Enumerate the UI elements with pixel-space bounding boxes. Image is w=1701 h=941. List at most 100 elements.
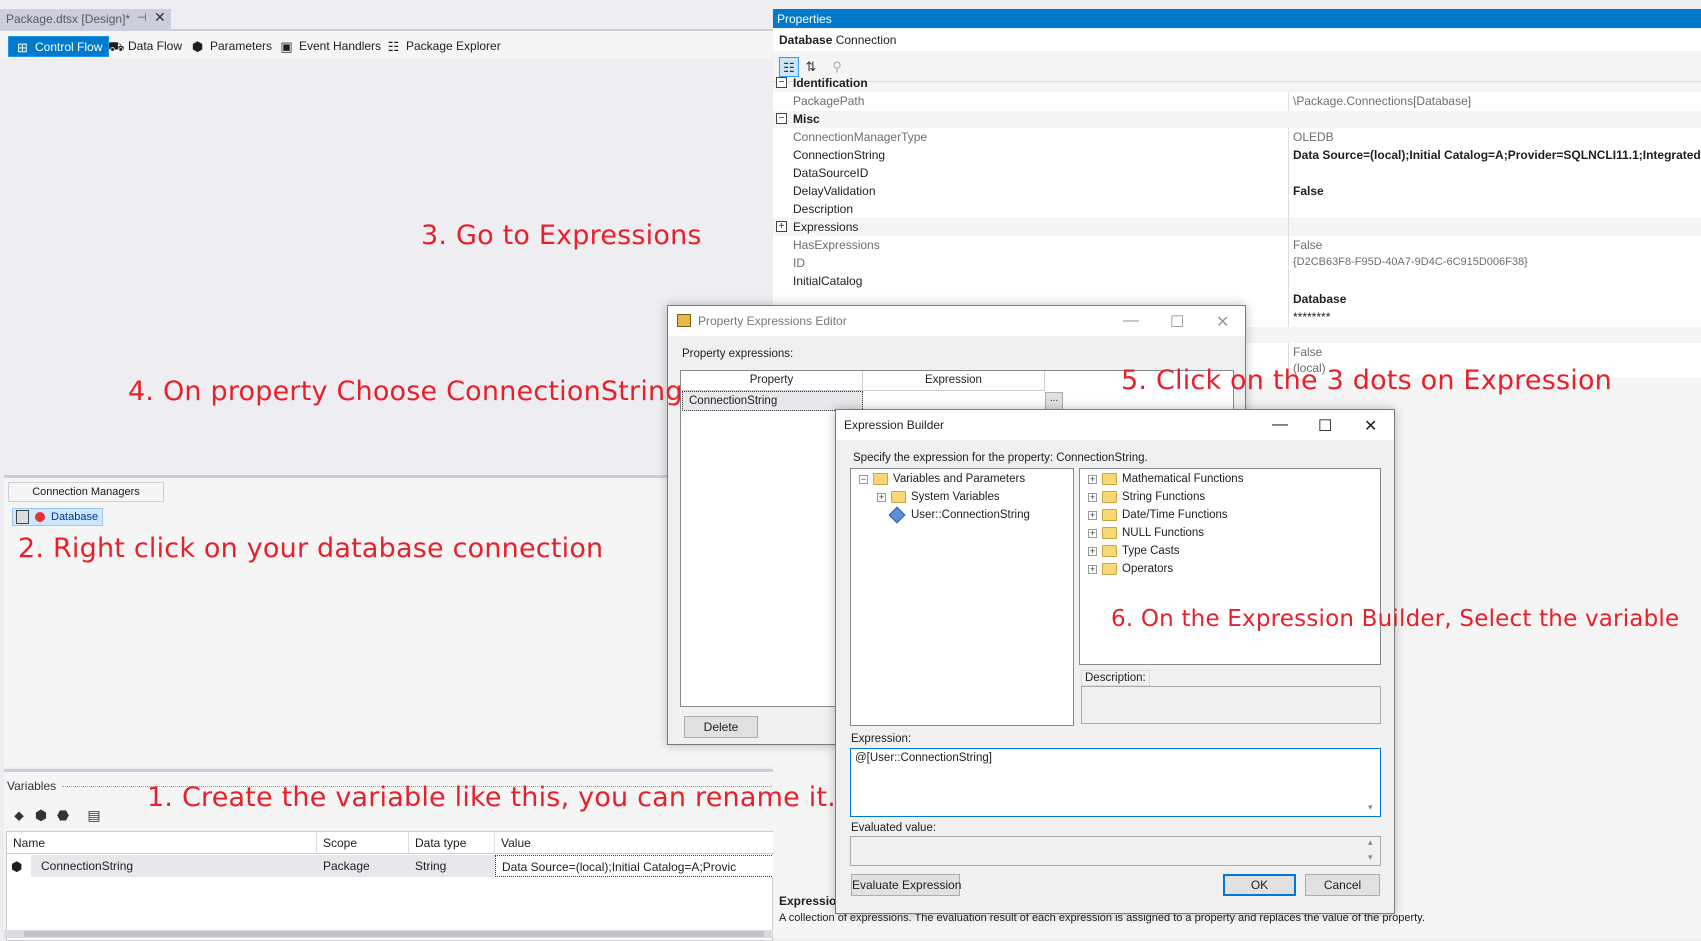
prop-has-expressions[interactable]: HasExpressions False: [773, 236, 1701, 255]
expand-icon[interactable]: +: [1088, 493, 1097, 502]
scrollbar-thumb[interactable]: [24, 931, 764, 937]
divider: [1288, 254, 1289, 273]
column-header-expression[interactable]: Expression: [863, 371, 1045, 391]
prop-value: \Package.Connections[Database]: [1293, 94, 1472, 108]
properties-title: Properties: [773, 9, 1701, 28]
prop-name: DataSourceID: [793, 166, 869, 180]
horizontal-scrollbar[interactable]: [4, 930, 773, 938]
annotation-step4: 4. On property Choose ConnectionString: [128, 376, 683, 407]
object-selector[interactable]: Database Connection: [773, 29, 1701, 51]
close-icon[interactable]: ✕: [1216, 312, 1229, 332]
prop-id[interactable]: ID {D2CB63F8-F95D-40A7-9D4C-6C915D006F38…: [773, 254, 1701, 273]
delete-button[interactable]: Delete: [684, 716, 758, 738]
expand-icon[interactable]: +: [877, 493, 886, 502]
prop-expressions[interactable]: + Expressions: [773, 218, 1701, 237]
tree-node-label: Variables and Parameters: [893, 473, 1026, 485]
expand-icon[interactable]: +: [1088, 529, 1097, 538]
prop-data-source-id[interactable]: DataSourceID: [773, 164, 1701, 183]
prop-value: Database: [1293, 292, 1347, 306]
connection-manager-database[interactable]: Database: [12, 508, 104, 526]
annotation-step3: 3. Go to Expressions: [421, 220, 702, 251]
ellipsis-button[interactable]: ...: [1045, 392, 1063, 410]
variable-name-cell[interactable]: ConnectionString: [31, 855, 317, 877]
tab-package-explorer[interactable]: ☷ Package Explorer: [380, 36, 507, 57]
prop-description[interactable]: Description: [773, 200, 1701, 219]
add-variable-icon[interactable]: ⬥: [10, 806, 28, 824]
expression-cell[interactable]: [863, 391, 1045, 411]
expand-icon[interactable]: +: [1088, 475, 1097, 484]
property-cell[interactable]: ConnectionString: [682, 391, 863, 411]
control-flow-surface[interactable]: [0, 59, 773, 473]
minimize-icon[interactable]: —: [1272, 416, 1288, 434]
column-header-scope[interactable]: Scope: [317, 832, 409, 854]
variables-grid: Name Scope Data type Value ⬢ ConnectionS…: [6, 831, 774, 941]
variable-scope-cell[interactable]: Package: [317, 855, 409, 877]
column-header-property[interactable]: Property: [681, 371, 863, 391]
functions-tree[interactable]: + Mathematical Functions + String Functi…: [1079, 468, 1381, 665]
divider: [1288, 164, 1289, 183]
column-header-value[interactable]: Value: [495, 832, 774, 854]
parameters-icon: ⬢: [191, 39, 204, 54]
prop-name: DelayValidation: [793, 184, 876, 198]
divider: [1288, 236, 1289, 255]
folder-icon: [891, 491, 906, 503]
column-header-data-type[interactable]: Data type: [409, 832, 495, 854]
minimize-icon[interactable]: —: [1123, 312, 1139, 330]
tab-parameters[interactable]: ⬢ Parameters: [184, 36, 278, 57]
close-icon[interactable]: ✕: [1364, 416, 1377, 436]
collapse-icon[interactable]: −: [776, 77, 787, 88]
connection-managers-tab[interactable]: Connection Managers: [8, 482, 164, 502]
move-variable-icon[interactable]: ⬢: [32, 806, 50, 824]
instruction-label: Specify the expression for the property:…: [853, 452, 1148, 464]
prop-initial-catalog[interactable]: InitialCatalog: [773, 272, 1701, 291]
annotation-step2: 2. Right click on your database connecti…: [18, 533, 604, 564]
evaluate-expression-button[interactable]: Evaluate Expression: [851, 874, 961, 896]
expand-icon[interactable]: +: [776, 221, 787, 232]
scroll-up-icon[interactable]: ▴: [1368, 837, 1373, 848]
category-identification[interactable]: − Identification: [773, 74, 1701, 93]
column-header-name[interactable]: Name: [7, 832, 317, 854]
grid-options-icon[interactable]: ▤: [85, 806, 103, 824]
prop-value: ********: [1293, 310, 1331, 324]
package-explorer-icon: ☷: [387, 39, 400, 54]
database-connection-icon: [16, 510, 29, 524]
ok-button[interactable]: OK: [1223, 874, 1296, 896]
pin-icon[interactable]: ⊣: [137, 11, 147, 24]
expand-icon[interactable]: +: [1088, 547, 1097, 556]
collapse-icon[interactable]: −: [859, 475, 868, 484]
tree-node-label: Mathematical Functions: [1122, 473, 1244, 485]
cancel-button[interactable]: Cancel: [1305, 874, 1380, 896]
collapse-icon[interactable]: −: [776, 113, 787, 124]
evaluated-value-label: Evaluated value:: [851, 822, 937, 834]
data-flow-icon: ⛟: [108, 39, 125, 54]
prop-delay-validation[interactable]: DelayValidation False: [773, 182, 1701, 201]
delete-variable-icon[interactable]: ⬣: [54, 806, 72, 824]
prop-package-path[interactable]: PackagePath \Package.Connections[Databas…: [773, 92, 1701, 111]
maximize-icon[interactable]: ☐: [1318, 416, 1332, 436]
tab-event-handlers[interactable]: ▣ Event Handlers: [273, 36, 387, 57]
scroll-down-icon[interactable]: ▾: [1368, 802, 1373, 813]
connection-manager-label: Database: [51, 511, 99, 523]
tree-node-label: Date/Time Functions: [1122, 509, 1228, 521]
maximize-icon[interactable]: ☐: [1170, 312, 1184, 332]
variable-value-cell[interactable]: Data Source=(local);Initial Catalog=A;Pr…: [495, 855, 774, 877]
variables-tree[interactable]: − Variables and Parameters + System Vari…: [850, 468, 1074, 726]
close-icon[interactable]: ✕: [154, 9, 166, 26]
document-tab-title: Package.dtsx [Design]*: [6, 12, 131, 26]
variable-type-cell[interactable]: String: [409, 855, 495, 877]
tab-control-flow[interactable]: ⊞ Control Flow: [8, 36, 110, 57]
prop-value: OLEDB: [1293, 130, 1334, 144]
expand-icon[interactable]: +: [1088, 565, 1097, 574]
prop-connection-string[interactable]: ConnectionString Data Source=(local);Ini…: [773, 146, 1701, 165]
expand-icon[interactable]: +: [1088, 511, 1097, 520]
expression-textbox[interactable]: @[User::ConnectionString]: [850, 748, 1381, 817]
tab-data-flow[interactable]: ⛟ Data Flow: [102, 36, 188, 57]
dialog-titlebar: Property Expressions Editor — ☐ ✕: [668, 306, 1245, 336]
prop-connection-manager-type[interactable]: ConnectionManagerType OLEDB: [773, 128, 1701, 147]
prop-name: Expressions: [793, 220, 859, 234]
variable-icon: ⬢: [11, 859, 23, 874]
variables-title: Variables: [7, 779, 57, 793]
document-tab[interactable]: Package.dtsx [Design]* ⊣ ✕: [0, 9, 171, 29]
scroll-down-icon[interactable]: ▾: [1368, 852, 1373, 863]
category-misc[interactable]: − Misc: [773, 110, 1701, 129]
